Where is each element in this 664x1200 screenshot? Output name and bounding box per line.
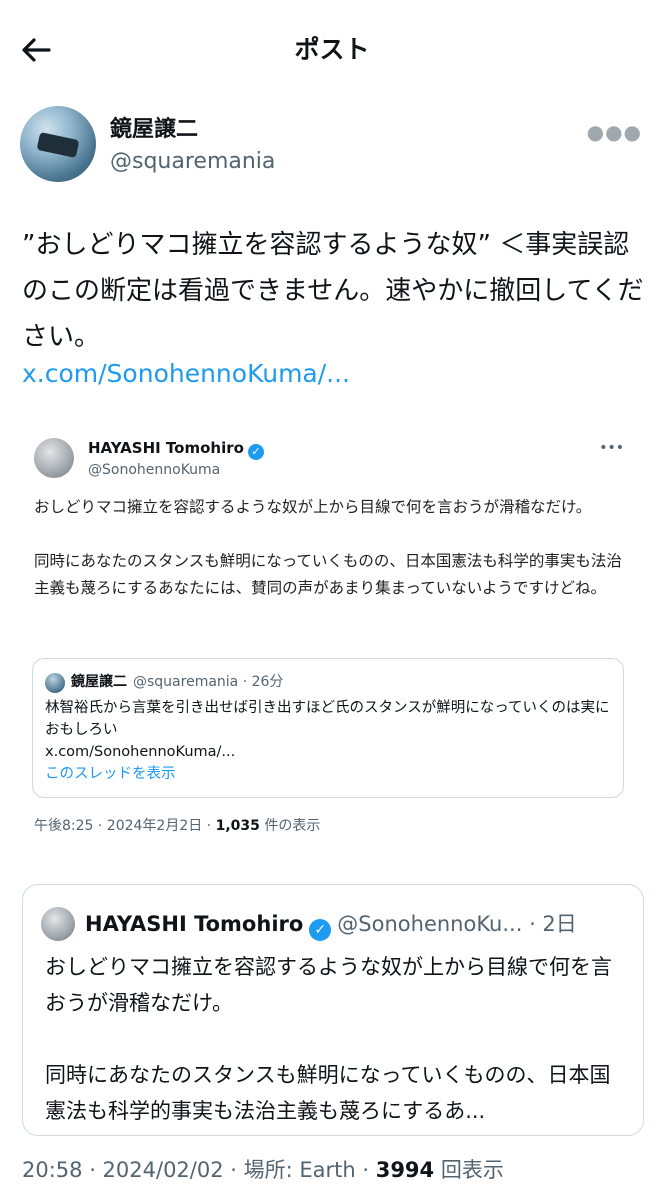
quoted-paragraph: おしどりマコ擁立を容認するような奴が上から目線で何を言おうが滑稽なだけ。: [45, 955, 612, 1015]
quoted-post[interactable]: HAYASHI Tomohiro ✓ @SonohennoKu... · 2日 おし…: [22, 884, 644, 1136]
screenshot-quote-card: 鏡屋譲二 @squaremania · 26分 林智裕氏から言葉を引き出せば引き出…: [32, 658, 624, 798]
screenshot-quote-header: 鏡屋譲二 @squaremania · 26分: [71, 674, 284, 690]
quoted-author-handle: @SonohennoKu...: [337, 912, 523, 936]
screenshot-paragraph: おしどりマコ擁立を容認するような奴が上から目線で何を言おうが滑稽なだけ。: [34, 498, 592, 516]
quoted-time: · 2日: [522, 912, 577, 936]
verified-badge-icon: ✓: [309, 919, 332, 941]
page-title: ポスト: [294, 35, 370, 64]
screenshot-body: おしどりマコ擁立を容認するような奴が上から目線で何を言おうが滑稽なだけ。 同時に…: [34, 494, 634, 602]
more-options-button[interactable]: ●●●: [587, 120, 642, 144]
author-handle[interactable]: @squaremania: [110, 148, 275, 176]
screenshot-more-icon: •••: [599, 440, 624, 456]
screenshot-author-handle: @SonohennoKuma: [88, 462, 221, 478]
quoted-text: おしどりマコ擁立を容認するような奴が上から目線で何を言おうが滑稽なだけ。 同時に…: [45, 949, 625, 1129]
screenshot-paragraph: 同時にあなたのスタンスも鮮明になっていくものの、日本国憲法も科学的事実も法治主義…: [34, 552, 622, 597]
show-thread-link: このスレッドを表示: [45, 766, 176, 782]
embedded-screenshot[interactable]: HAYASHI Tomohiro ✓ @SonohennoKuma ••• おしど…: [22, 424, 642, 844]
screenshot-quote-text: 林智裕氏から言葉を引き出せば引き出すほど氏のスタンスが鮮明になっていくのは実にお…: [45, 700, 610, 760]
quoted-author-name: HAYASHI Tomohiro: [85, 912, 304, 936]
view-count: 3994: [375, 1158, 435, 1182]
quoted-paragraph: 同時にあなたのスタンスも鮮明になっていくものの、日本国憲法も科学的事実も法治主義…: [45, 1063, 611, 1123]
verified-badge-icon: ✓: [247, 444, 264, 460]
screenshot-footer: 午後8:25 · 2024年2月2日 · 1,035 件の表示: [34, 818, 321, 834]
quoted-avatar: [41, 907, 75, 941]
screenshot-author-name: HAYASHI Tomohiro ✓: [88, 438, 264, 460]
post-author: 鏡屋譲二 @squaremania ●●●: [20, 106, 650, 186]
more-horizontal-icon: ●●●: [586, 120, 642, 144]
post-meta: 20:58 · 2024/02/02 · 場所: Earth · 3994 回表…: [22, 1158, 504, 1182]
screenshot-avatar: [34, 438, 74, 478]
author-name[interactable]: 鏡屋譲二: [110, 116, 198, 144]
top-bar: ポスト: [0, 0, 664, 98]
quoted-header: HAYASHI Tomohiro ✓ @SonohennoKu... · 2日: [85, 907, 625, 941]
post-text: ”おしどりマコ擁立を容認するような奴” ＜事実誤認のこの断定は看過できません。速…: [22, 230, 644, 352]
post-link[interactable]: x.com/SonohennoKuma/...: [22, 356, 350, 392]
screenshot-quote-avatar: [45, 673, 65, 693]
avatar[interactable]: [20, 106, 96, 182]
